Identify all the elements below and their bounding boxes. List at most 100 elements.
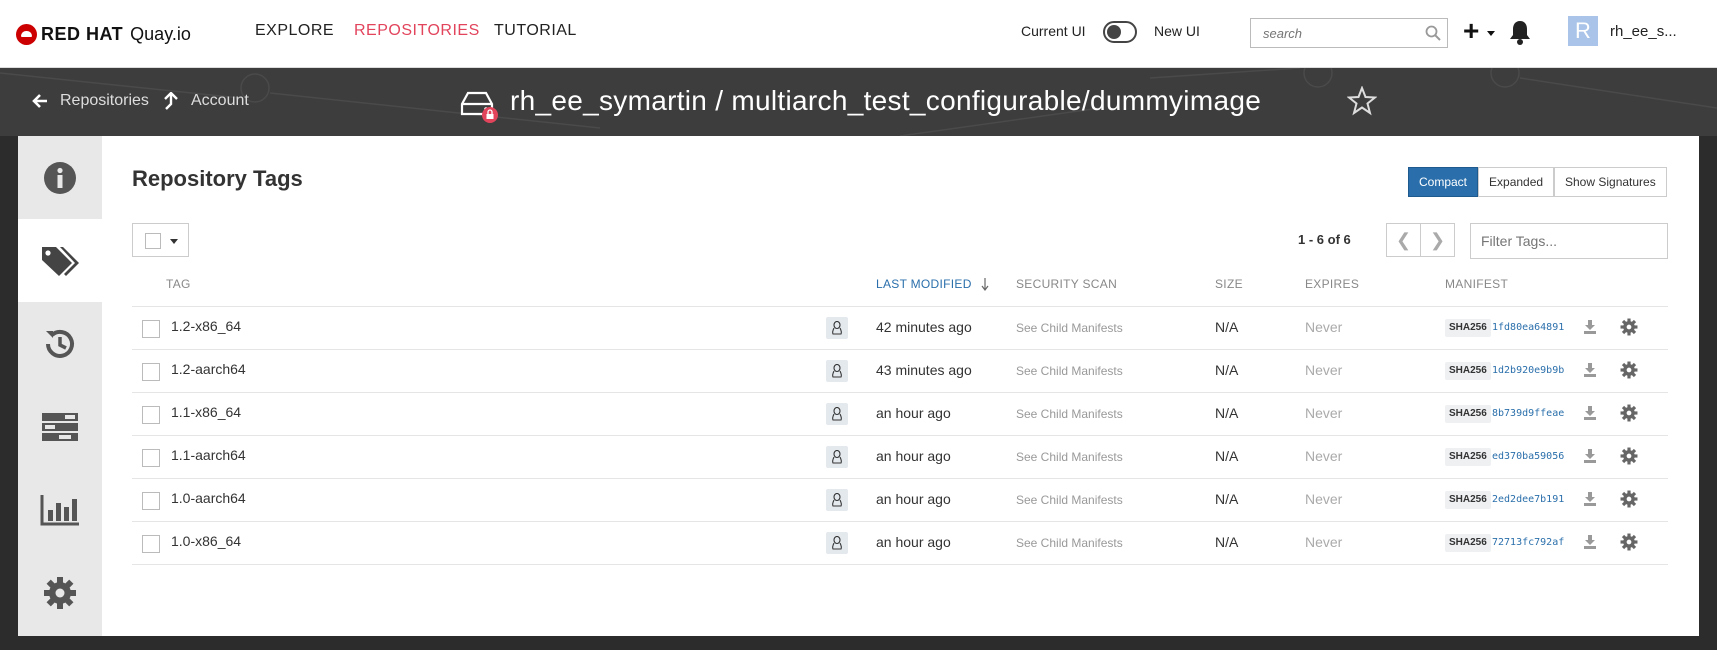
see-child-manifests-link[interactable]: See Child Manifests — [1016, 364, 1123, 378]
select-all-dropdown[interactable] — [132, 223, 189, 257]
prev-page-button[interactable]: ❮ — [1386, 223, 1421, 257]
column-header-security-scan[interactable]: SECURITY SCAN — [1016, 277, 1117, 291]
row-checkbox[interactable] — [142, 363, 160, 381]
tag-name[interactable]: 1.0-aarch64 — [171, 490, 246, 506]
notifications-bell-icon[interactable] — [1508, 19, 1532, 45]
column-header-expires[interactable]: EXPIRES — [1305, 277, 1359, 291]
search-icon[interactable] — [1425, 25, 1441, 41]
tag-name[interactable]: 1.2-aarch64 — [171, 361, 246, 377]
create-new-caret-icon[interactable] — [1487, 31, 1495, 36]
see-child-manifests-link[interactable]: See Child Manifests — [1016, 450, 1123, 464]
search-input[interactable] — [1251, 19, 1411, 47]
download-icon[interactable] — [1583, 319, 1597, 335]
linux-os-icon — [826, 403, 848, 425]
download-icon[interactable] — [1583, 405, 1597, 421]
tag-options-gear-icon[interactable] — [1620, 447, 1638, 465]
tag-name[interactable]: 1.0-x86_64 — [171, 533, 241, 549]
see-child-manifests-link[interactable]: See Child Manifests — [1016, 321, 1123, 335]
row-checkbox[interactable] — [142, 449, 160, 467]
create-new-plus-icon[interactable]: + — [1463, 17, 1479, 45]
nav-repositories[interactable]: REPOSITORIES — [354, 22, 480, 40]
user-avatar[interactable]: R — [1568, 16, 1598, 46]
download-icon[interactable] — [1583, 491, 1597, 507]
tag-options-gear-icon[interactable] — [1620, 318, 1638, 336]
user-menu-name[interactable]: rh_ee_s... — [1610, 23, 1677, 40]
last-modified: an hour ago — [876, 448, 951, 464]
tag-name[interactable]: 1.2-x86_64 — [171, 318, 241, 334]
sidebar-item-usage-logs[interactable] — [18, 468, 102, 551]
column-header-manifest[interactable]: MANIFEST — [1445, 277, 1508, 291]
arrow-left-icon — [32, 94, 47, 108]
manifest-digest-link[interactable]: 8b739d9ffeae — [1492, 408, 1564, 419]
tags-icon — [42, 246, 79, 276]
tag-expires[interactable]: Never — [1305, 491, 1342, 507]
repository-panel: Repository Tags Compact Expanded Show Si… — [18, 136, 1699, 636]
quay-logo[interactable]: RED HAT Quay.io — [16, 22, 191, 46]
manifest-digest-link[interactable]: ed370ba59056 — [1492, 451, 1564, 462]
tag-expires[interactable]: Never — [1305, 319, 1342, 335]
linux-os-icon — [826, 317, 848, 339]
toggle-current-ui-label: Current UI — [1021, 23, 1086, 39]
tag-options-gear-icon[interactable] — [1620, 404, 1638, 422]
tag-name[interactable]: 1.1-x86_64 — [171, 404, 241, 420]
sha256-badge: SHA256 — [1445, 491, 1491, 509]
expanded-view-button[interactable]: Expanded — [1478, 167, 1555, 197]
manifest-digest-link[interactable]: 72713fc792af — [1492, 537, 1564, 548]
column-header-size[interactable]: SIZE — [1215, 277, 1243, 291]
tag-name[interactable]: 1.1-aarch64 — [171, 447, 246, 463]
history-icon — [46, 329, 74, 358]
tag-options-gear-icon[interactable] — [1620, 533, 1638, 551]
row-checkbox[interactable] — [142, 535, 160, 553]
sidebar-item-builds[interactable] — [18, 385, 102, 468]
account-link-label: Account — [191, 92, 249, 109]
select-all-checkbox[interactable] — [145, 233, 161, 249]
show-signatures-button[interactable]: Show Signatures — [1554, 167, 1667, 197]
column-header-tag[interactable]: TAG — [166, 277, 191, 291]
download-icon[interactable] — [1583, 448, 1597, 464]
sidebar-item-tags[interactable] — [18, 219, 102, 302]
nav-tutorial[interactable]: TUTORIAL — [494, 22, 577, 40]
next-page-button[interactable]: ❯ — [1420, 223, 1455, 257]
linux-os-icon — [826, 446, 848, 468]
sha256-badge: SHA256 — [1445, 319, 1491, 337]
star-icon[interactable] — [1347, 86, 1377, 116]
sha256-badge: SHA256 — [1445, 448, 1491, 466]
arrow-up-icon — [164, 92, 178, 110]
sidebar-item-settings[interactable] — [18, 551, 102, 634]
filter-tags-box — [1470, 223, 1668, 259]
ui-toggle-switch[interactable] — [1103, 21, 1137, 43]
manifest-digest-link[interactable]: 1fd80ea64891 — [1492, 322, 1564, 333]
row-checkbox[interactable] — [142, 406, 160, 424]
sort-descending-icon[interactable] — [980, 277, 990, 291]
chevron-down-icon[interactable] — [170, 239, 178, 244]
column-header-last-modified[interactable]: LAST MODIFIED — [876, 277, 972, 291]
nav-explore[interactable]: EXPLORE — [255, 22, 334, 40]
filter-tags-input[interactable] — [1471, 224, 1661, 258]
tag-expires[interactable]: Never — [1305, 362, 1342, 378]
compact-view-button[interactable]: Compact — [1408, 167, 1479, 197]
tag-expires[interactable]: Never — [1305, 534, 1342, 550]
tag-expires[interactable]: Never — [1305, 405, 1342, 421]
download-icon[interactable] — [1583, 362, 1597, 378]
tag-expires[interactable]: Never — [1305, 448, 1342, 464]
tag-options-gear-icon[interactable] — [1620, 490, 1638, 508]
see-child-manifests-link[interactable]: See Child Manifests — [1016, 493, 1123, 507]
view-toggle-group: Compact Expanded — [1408, 167, 1555, 197]
manifest-digest-link[interactable]: 2ed2dee7b191 — [1492, 494, 1564, 505]
download-icon[interactable] — [1583, 534, 1597, 550]
row-checkbox[interactable] — [142, 320, 160, 338]
back-to-repositories-link[interactable]: Repositories — [32, 92, 149, 110]
sidebar-item-history[interactable] — [18, 302, 102, 385]
sidebar-item-info[interactable] — [18, 136, 102, 219]
table-row: 1.1-x86_64 an hour ago See Child Manifests… — [132, 393, 1668, 436]
row-checkbox[interactable] — [142, 492, 160, 510]
toggle-new-ui-label: New UI — [1154, 23, 1200, 39]
tag-options-gear-icon[interactable] — [1620, 361, 1638, 379]
tag-size: N/A — [1215, 405, 1239, 421]
account-link[interactable]: Account — [163, 92, 249, 110]
manifest-digest-link[interactable]: 1d2b920e9b9b — [1492, 365, 1564, 376]
tag-size: N/A — [1215, 534, 1239, 550]
see-child-manifests-link[interactable]: See Child Manifests — [1016, 407, 1123, 421]
see-child-manifests-link[interactable]: See Child Manifests — [1016, 536, 1123, 550]
search-box — [1250, 18, 1448, 48]
